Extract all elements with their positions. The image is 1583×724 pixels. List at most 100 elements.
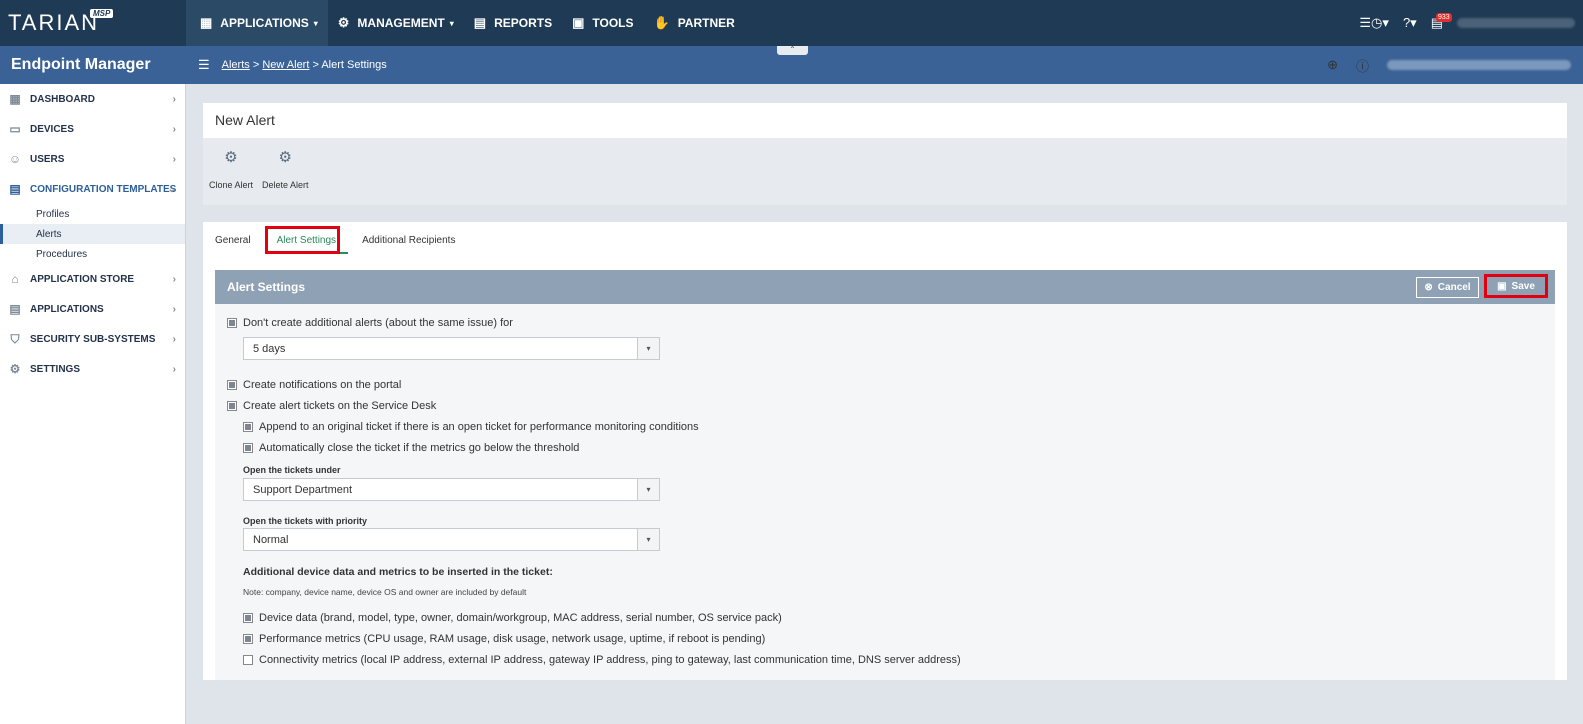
notifications-checkbox-row[interactable]: Create notifications on the portal	[227, 379, 401, 391]
toolbox-icon: ▣	[572, 15, 585, 30]
tab-additional-recipients[interactable]: Additional Recipients	[362, 235, 455, 246]
nav-applications-label: APPLICATIONS	[220, 16, 309, 30]
product-title: Endpoint Manager	[0, 46, 186, 84]
append-ticket-label: Append to an original ticket if there is…	[259, 421, 699, 433]
cancel-label: Cancel	[1437, 282, 1471, 293]
chevron-right-icon: ›	[172, 303, 176, 315]
sidebar: ▦ DASHBOARD › ▭ DEVICES › ☺ USERS › ▤ CO…	[0, 84, 186, 724]
device-data-checkbox[interactable]	[243, 613, 253, 623]
nav-partner-label: PARTNER	[677, 16, 735, 30]
nav-reports-label: REPORTS	[494, 16, 553, 30]
gear-icon: ⚙	[9, 362, 21, 376]
chevron-right-icon: ›	[172, 273, 176, 285]
nav-management-label: MANAGEMENT	[357, 16, 445, 30]
sidebar-subitem-profiles[interactable]: Profiles	[0, 204, 185, 224]
help-icon[interactable]: ?▾	[1403, 15, 1417, 31]
clone-alert-label: Clone Alert	[209, 180, 254, 190]
sidebar-item-applications[interactable]: ▤ APPLICATIONS ›	[0, 294, 185, 324]
nav-applications[interactable]: ▦ APPLICATIONS ▾	[186, 0, 328, 46]
tickets-checkbox[interactable]	[227, 401, 237, 411]
chevron-down-icon: ▾	[637, 479, 659, 500]
duration-select[interactable]: 5 days ▾	[243, 337, 660, 360]
nav-partner[interactable]: ✋ PARTNER	[644, 0, 745, 46]
server-icon: ▤	[9, 302, 21, 316]
alert-settings-section: Alert Settings ⊗ Cancel ▣ Save Don't cre…	[215, 270, 1555, 680]
append-ticket-checkbox-row[interactable]: Append to an original ticket if there is…	[243, 421, 699, 433]
connectivity-metrics-label: Connectivity metrics (local IP address, …	[259, 654, 961, 666]
nav-reports[interactable]: ▤ REPORTS	[464, 0, 562, 46]
account-email[interactable]	[1387, 60, 1571, 70]
append-ticket-checkbox[interactable]	[243, 422, 253, 432]
chevron-right-icon: ›	[172, 153, 176, 165]
sidebar-item-label: DEVICES	[30, 123, 74, 135]
tickets-label: Create alert tickets on the Service Desk	[243, 400, 437, 412]
user-account-menu[interactable]	[1457, 18, 1575, 28]
nav-tools-label: TOOLS	[592, 16, 634, 30]
performance-metrics-checkbox-row[interactable]: Performance metrics (CPU usage, RAM usag…	[243, 633, 765, 645]
nav-tools[interactable]: ▣ TOOLS	[562, 0, 643, 46]
action-toolbar: ⚙ Clone Alert ⚙ Delete Alert	[203, 138, 1567, 205]
handshake-icon: ✋	[653, 15, 670, 30]
chevron-right-icon: ›	[172, 333, 176, 345]
connectivity-metrics-checkbox[interactable]	[243, 655, 253, 665]
sidebar-subitem-procedures[interactable]: Procedures	[0, 244, 185, 264]
clone-alert-button[interactable]: ⚙ Clone Alert	[209, 148, 253, 190]
device-data-label: Device data (brand, model, type, owner, …	[259, 612, 782, 624]
sidebar-item-label: APPLICATION STORE	[30, 273, 135, 285]
hamburger-menu-icon[interactable]: ☰	[198, 57, 210, 73]
breadcrumb-separator: >	[249, 59, 263, 71]
notifications-label: Create notifications on the portal	[243, 379, 402, 391]
sidebar-item-settings[interactable]: ⚙ SETTINGS ›	[0, 354, 185, 384]
dont-create-checkbox[interactable]	[227, 318, 237, 328]
support-icon[interactable]: ⓘ	[1356, 56, 1369, 75]
sidebar-item-configuration-templates[interactable]: ▤ CONFIGURATION TEMPLATES ⌄	[0, 174, 185, 204]
history-clock-icon[interactable]: ☰◷▾	[1359, 15, 1389, 31]
dont-create-checkbox-row[interactable]: Don't create additional alerts (about th…	[227, 317, 513, 329]
delete-alert-button[interactable]: ⚙ Delete Alert	[262, 148, 309, 190]
notifications-checkbox[interactable]	[227, 380, 237, 390]
device-data-checkbox-row[interactable]: Device data (brand, model, type, owner, …	[243, 612, 782, 624]
templates-icon: ▤	[9, 182, 21, 196]
priority-value: Normal	[253, 533, 289, 546]
sidebar-item-application-store[interactable]: ⌂ APPLICATION STORE ›	[0, 264, 185, 294]
chevron-down-icon: ▾	[637, 529, 659, 550]
logo-text: TARIAN	[8, 10, 100, 35]
cancel-icon: ⊗	[1424, 282, 1433, 293]
breadcrumb-new-alert[interactable]: New Alert	[262, 59, 309, 71]
chevron-right-icon: ›	[172, 363, 176, 375]
sidebar-item-label: USERS	[30, 153, 65, 165]
devices-icon: ▭	[9, 122, 21, 136]
sidebar-item-security-sub-systems[interactable]: ⛉ SECURITY SUB-SYSTEMS ›	[0, 324, 185, 354]
tarian-logo[interactable]: TARIAN MSP	[0, 0, 186, 46]
sidebar-item-dashboard[interactable]: ▦ DASHBOARD ›	[0, 84, 185, 114]
collapse-header-button[interactable]: ⌃	[777, 46, 808, 55]
cancel-button[interactable]: ⊗ Cancel	[1416, 277, 1479, 298]
priority-select[interactable]: Normal ▾	[243, 528, 660, 551]
default-fields-note: Note: company, device name, device OS an…	[243, 587, 527, 597]
sidebar-item-devices[interactable]: ▭ DEVICES ›	[0, 114, 185, 144]
sidebar-item-label: SETTINGS	[30, 363, 81, 375]
tab-general[interactable]: General	[215, 235, 251, 246]
auto-close-checkbox[interactable]	[243, 443, 253, 453]
sidebar-item-label: DASHBOARD	[30, 93, 95, 105]
chevron-down-icon: ⌄	[167, 183, 176, 195]
breadcrumb-alerts[interactable]: Alerts	[222, 59, 250, 71]
auto-close-checkbox-row[interactable]: Automatically close the ticket if the me…	[243, 442, 579, 454]
department-select[interactable]: Support Department ▾	[243, 478, 660, 501]
sidebar-item-users[interactable]: ☺ USERS ›	[0, 144, 185, 174]
basket-icon: ⌂	[11, 272, 19, 286]
department-value: Support Department	[253, 483, 353, 496]
nav-management[interactable]: ⚙ MANAGEMENT ▾	[328, 0, 464, 46]
connectivity-metrics-checkbox-row[interactable]: Connectivity metrics (local IP address, …	[243, 654, 961, 666]
sidebar-subitem-alerts[interactable]: Alerts	[0, 224, 185, 244]
chevron-right-icon: ›	[172, 123, 176, 135]
add-icon[interactable]: ⊕	[1327, 57, 1338, 73]
document-icon: ▤	[473, 15, 487, 30]
chevron-down-icon: ▾	[449, 18, 454, 28]
tickets-checkbox-row[interactable]: Create alert tickets on the Service Desk	[227, 400, 436, 412]
breadcrumb-current: Alert Settings	[321, 59, 387, 71]
performance-metrics-checkbox[interactable]	[243, 634, 253, 644]
page-title: New Alert	[215, 112, 275, 128]
highlight-box	[265, 226, 340, 254]
top-navigation-bar: TARIAN MSP ▦ APPLICATIONS ▾ ⚙ MANAGEMENT…	[0, 0, 1583, 46]
